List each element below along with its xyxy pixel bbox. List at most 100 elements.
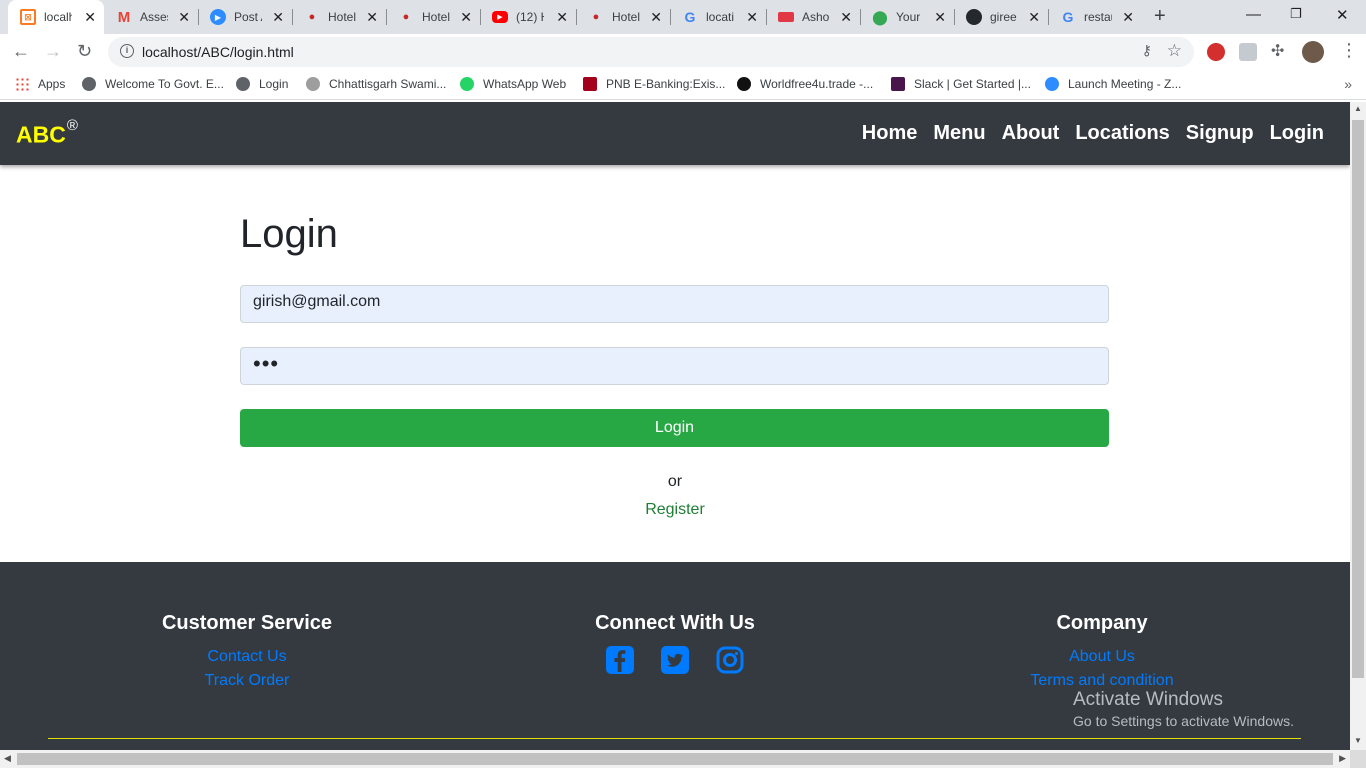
footer-heading: Customer Service (161, 612, 333, 634)
instagram-icon[interactable] (715, 645, 745, 675)
tab-localhost[interactable]: ⊠ localh ✕ (8, 0, 104, 34)
tab-maps[interactable]: ⬤ Your l ✕ (860, 0, 954, 34)
g-icon (737, 77, 751, 91)
scroll-up-icon[interactable]: ▲ (1354, 104, 1362, 113)
tab-gmail[interactable]: M Asses ✕ (104, 0, 198, 34)
tab-google-location[interactable]: G locati ✕ (670, 0, 766, 34)
bookmark-worldfree[interactable]: Worldfree4u.trade -... (737, 77, 873, 91)
globe-icon (82, 77, 96, 91)
close-icon[interactable]: ✕ (178, 9, 190, 26)
footer-heading: Connect With Us (595, 612, 755, 634)
footer-connect: Connect With Us (475, 612, 875, 675)
reload-icon[interactable]: ↻ (77, 41, 92, 62)
bookmark-apps[interactable]: Apps (15, 77, 65, 91)
bookmark-star-icon[interactable]: ☆ (1167, 41, 1182, 61)
avatar[interactable] (1302, 41, 1324, 63)
nav-menu[interactable]: Menu (933, 122, 985, 145)
close-icon[interactable]: ✕ (840, 9, 852, 26)
about-us-link[interactable]: About Us (902, 645, 1302, 669)
nav-locations[interactable]: Locations (1075, 122, 1169, 145)
close-icon[interactable]: ✕ (934, 9, 946, 26)
extensions-puzzle-icon[interactable]: ✣ (1271, 41, 1289, 60)
bookmark-login[interactable]: Login (236, 77, 288, 91)
email-field[interactable]: girish@gmail.com (240, 285, 1109, 323)
tab-hotel-2[interactable]: ● Hotel ✕ (386, 0, 480, 34)
tab-hotel-1[interactable]: ● Hotel ✕ (292, 0, 386, 34)
facebook-icon[interactable] (605, 645, 635, 675)
nav-links: Home Menu About Locations Signup Login (846, 122, 1324, 145)
globe-icon (236, 77, 250, 91)
bookmark-pnb[interactable]: PNB E-Banking:Exis... (583, 77, 725, 91)
scroll-down-icon[interactable]: ▼ (1354, 736, 1362, 745)
or-text: or (667, 473, 683, 490)
tab-github[interactable]: giree ✕ (954, 0, 1048, 34)
tab-hotel-3[interactable]: ● Hotel ✕ (576, 0, 670, 34)
page-title: Login (240, 212, 338, 256)
tab-google-restaurant[interactable]: G restau ✕ (1048, 0, 1142, 34)
footer-customer-service: Customer Service Contact Us Track Order (47, 612, 447, 693)
close-icon[interactable]: ✕ (746, 9, 758, 26)
chevron-right-double-icon[interactable]: » (1344, 76, 1352, 92)
tab-zoom[interactable]: ▶ Post A ✕ (198, 0, 292, 34)
window-close-icon[interactable]: ✕ (1336, 6, 1349, 24)
close-icon[interactable]: ✕ (366, 9, 378, 26)
hotel-icon: ● (308, 11, 316, 23)
minimize-icon[interactable]: — (1246, 6, 1261, 23)
nav-home[interactable]: Home (862, 122, 918, 145)
xampp-icon: ⊠ (20, 9, 36, 25)
page-viewport: ABC® Home Menu About Locations Signup Lo… (0, 102, 1350, 750)
register-link-text[interactable]: Register (645, 501, 705, 518)
footer-heading: Company (1056, 612, 1148, 634)
back-arrow-icon[interactable]: ← (12, 41, 30, 62)
address-bar[interactable]: i localhost/ABC/login.html ⚷ ☆ (108, 37, 1194, 67)
register-link: Register (0, 501, 1350, 519)
shield-extension-icon[interactable] (1239, 43, 1257, 61)
close-icon[interactable]: ✕ (556, 9, 568, 26)
track-order-link[interactable]: Track Order (47, 669, 447, 693)
close-icon[interactable]: ✕ (1028, 9, 1040, 26)
emblem-icon (306, 77, 320, 91)
new-tab-icon[interactable]: + (1154, 5, 1166, 28)
tab-youtube[interactable]: ▶ (12) H ✕ (480, 0, 576, 34)
login-button[interactable]: Login (240, 409, 1109, 447)
adblock-icon[interactable] (1207, 43, 1225, 61)
tab-zomato[interactable]: Ashol ✕ (766, 0, 860, 34)
bookmark-chhattisgarh[interactable]: Chhattisgarh Swami... (306, 77, 446, 91)
twitter-icon[interactable] (660, 645, 690, 675)
restore-icon[interactable]: ❐ (1290, 6, 1302, 22)
close-icon[interactable]: ✕ (84, 9, 96, 26)
close-icon[interactable]: ✕ (1122, 9, 1134, 26)
google-icon: G (684, 9, 696, 25)
close-icon[interactable]: ✕ (272, 9, 284, 26)
bookmark-whatsapp[interactable]: WhatsApp Web (460, 77, 566, 91)
info-icon[interactable]: i (120, 44, 134, 58)
menu-kebab-icon[interactable]: ⋮ (1340, 40, 1358, 61)
close-icon[interactable]: ✕ (650, 9, 662, 26)
close-icon[interactable]: ✕ (460, 9, 472, 26)
nav-about[interactable]: About (1002, 122, 1060, 145)
hotel-icon: ● (592, 11, 600, 23)
bookmark-zoom[interactable]: Launch Meeting - Z... (1045, 77, 1181, 91)
horizontal-scrollbar[interactable]: ◀ ▶ (0, 750, 1350, 768)
pnb-icon (583, 77, 597, 91)
brand-logo[interactable]: ABC® (16, 117, 78, 149)
scroll-left-icon[interactable]: ◀ (4, 753, 11, 764)
zoom-icon: ▶ (210, 9, 226, 25)
password-field[interactable]: ••• (240, 347, 1109, 385)
scroll-thumb[interactable] (17, 753, 1333, 765)
bookmark-slack[interactable]: Slack | Get Started |... (891, 77, 1031, 91)
hotel-icon: ● (402, 11, 410, 23)
bookmarks-bar: Apps Welcome To Govt. E... Login Chhatti… (0, 70, 1366, 100)
nav-login[interactable]: Login (1270, 122, 1324, 145)
scroll-right-icon[interactable]: ▶ (1339, 753, 1346, 764)
nav-signup[interactable]: Signup (1186, 122, 1254, 145)
url-text[interactable]: localhost/ABC/login.html (142, 44, 294, 60)
contact-us-link[interactable]: Contact Us (47, 645, 447, 669)
key-icon[interactable]: ⚷ (1142, 42, 1152, 59)
scroll-thumb[interactable] (1352, 120, 1364, 678)
forward-arrow-icon[interactable]: → (44, 41, 62, 62)
gmail-icon: M (117, 8, 131, 26)
vertical-scrollbar[interactable]: ▲ ▼ (1350, 102, 1366, 750)
scrollbar-corner (1350, 750, 1366, 768)
bookmark-govt[interactable]: Welcome To Govt. E... (82, 77, 224, 91)
